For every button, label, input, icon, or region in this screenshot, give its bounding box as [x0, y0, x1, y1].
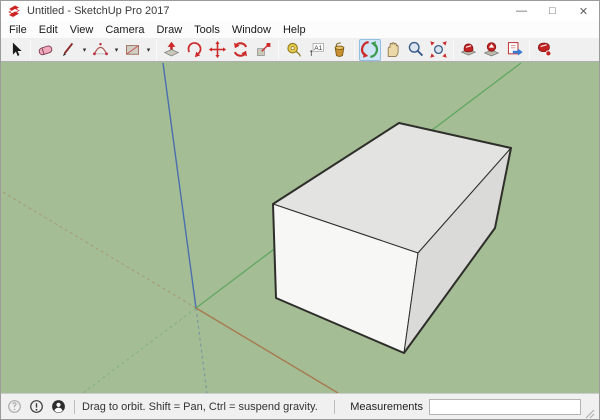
menu-help[interactable]: Help	[277, 23, 312, 37]
statusbar-separator	[74, 400, 75, 414]
extension-warehouse-icon	[535, 40, 554, 59]
select-arrow-icon	[6, 40, 25, 59]
menu-camera[interactable]: Camera	[99, 23, 150, 37]
menu-edit[interactable]: Edit	[33, 23, 64, 37]
arc-tool-button[interactable]	[90, 39, 112, 61]
menu-bar: File Edit View Camera Draw Tools Window …	[1, 21, 599, 38]
menu-draw[interactable]: Draw	[150, 23, 188, 37]
send-to-layout-button[interactable]	[504, 39, 526, 61]
toolbar-separator	[156, 40, 157, 60]
status-hint-text: Drag to orbit. Shift = Pan, Ctrl = suspe…	[82, 401, 318, 413]
zoom-magnifier-icon	[406, 40, 425, 59]
rotate-icon	[231, 40, 250, 59]
3d-warehouse-button[interactable]	[458, 39, 480, 61]
close-button[interactable]: ✕	[568, 1, 599, 21]
paint-bucket-icon	[330, 40, 349, 59]
rotate-tool-button[interactable]	[230, 39, 252, 61]
arc-tool-dropdown[interactable]: ▾	[112, 39, 121, 61]
menu-view[interactable]: View	[64, 23, 100, 37]
window-controls: — □ ✕	[506, 1, 599, 21]
3d-warehouse-icon	[459, 40, 478, 59]
paint-bucket-tool-button[interactable]	[329, 39, 351, 61]
toolbar-separator	[529, 40, 530, 60]
menu-window[interactable]: Window	[226, 23, 277, 37]
svg-text:A1: A1	[314, 45, 322, 52]
orbit-tool-button[interactable]	[359, 39, 381, 61]
geolocation-icon[interactable]	[7, 399, 22, 414]
menu-file[interactable]: File	[3, 23, 33, 37]
window-title: Untitled - SketchUp Pro 2017	[27, 5, 506, 17]
text-icon: A1	[307, 40, 326, 59]
zoom-tool-button[interactable]	[405, 39, 427, 61]
send-to-layout-icon	[505, 40, 524, 59]
follow-me-icon	[185, 40, 204, 59]
line-tool-dropdown[interactable]: ▾	[80, 39, 89, 61]
maximize-button[interactable]: □	[537, 1, 568, 21]
toolbar: ▾ ▾ ▾	[1, 38, 599, 62]
sign-in-icon[interactable]	[51, 399, 66, 414]
measurements-input[interactable]	[429, 399, 581, 415]
rectangle-tool-button[interactable]	[122, 39, 144, 61]
pan-hand-icon	[383, 40, 402, 59]
eraser-tool-button[interactable]	[35, 39, 57, 61]
zoom-extents-icon	[429, 40, 448, 59]
status-bar: Drag to orbit. Shift = Pan, Ctrl = suspe…	[1, 393, 599, 419]
sketchup-window: Untitled - SketchUp Pro 2017 — □ ✕ File …	[0, 0, 600, 420]
arc-icon	[91, 40, 110, 59]
extension-warehouse-button[interactable]	[534, 39, 556, 61]
minimize-button[interactable]: —	[506, 1, 537, 21]
share-model-icon	[482, 40, 501, 59]
pencil-icon	[59, 40, 78, 59]
resize-grip[interactable]	[583, 407, 595, 419]
toolbar-separator	[354, 40, 355, 60]
text-tool-button[interactable]: A1	[306, 39, 328, 61]
title-bar: Untitled - SketchUp Pro 2017 — □ ✕	[1, 1, 599, 21]
share-model-button[interactable]	[481, 39, 503, 61]
move-icon	[208, 40, 227, 59]
scale-tool-button[interactable]	[253, 39, 275, 61]
scale-icon	[254, 40, 273, 59]
orbit-icon	[360, 40, 379, 59]
tape-measure-icon	[284, 40, 303, 59]
toolbar-separator	[30, 40, 31, 60]
move-tool-button[interactable]	[207, 39, 229, 61]
rectangle-tool-dropdown[interactable]: ▾	[144, 39, 153, 61]
rectangle-icon	[123, 40, 142, 59]
push-pull-tool-button[interactable]	[161, 39, 183, 61]
eraser-icon	[36, 40, 55, 59]
line-tool-button[interactable]	[58, 39, 80, 61]
credit-info-icon[interactable]	[29, 399, 44, 414]
sketchup-logo-icon	[7, 4, 21, 18]
modeling-viewport[interactable]	[1, 62, 599, 393]
menu-tools[interactable]: Tools	[188, 23, 226, 37]
toolbar-separator	[453, 40, 454, 60]
select-tool-button[interactable]	[5, 39, 27, 61]
push-pull-icon	[162, 40, 181, 59]
zoom-extents-button[interactable]	[428, 39, 450, 61]
measurements-label: Measurements	[350, 401, 423, 413]
toolbar-separator	[278, 40, 279, 60]
statusbar-separator	[334, 400, 335, 414]
pan-tool-button[interactable]	[382, 39, 404, 61]
follow-me-tool-button[interactable]	[184, 39, 206, 61]
tape-measure-tool-button[interactable]	[283, 39, 305, 61]
